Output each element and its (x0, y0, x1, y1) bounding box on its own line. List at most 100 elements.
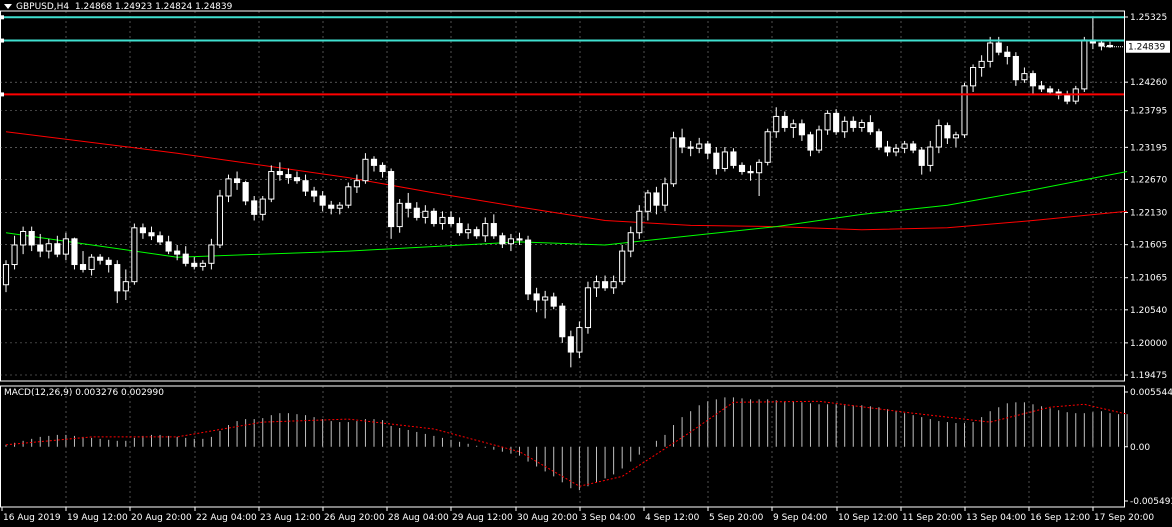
candle-bear (798, 123, 805, 136)
candle-bear (54, 243, 61, 255)
candle-bull (542, 296, 549, 301)
candle-bull (396, 202, 403, 228)
candle-bear (1064, 94, 1071, 102)
candle-bear (37, 244, 44, 252)
candle-bull (790, 123, 797, 128)
candle-bear (139, 227, 146, 234)
candle-bull (661, 183, 669, 206)
x-tick-label: 22 Aug 04:00 (196, 513, 257, 523)
candle-bear (447, 216, 455, 225)
x-tick-label: 13 Sep 04:00 (966, 513, 1026, 523)
candle-bear (148, 232, 155, 237)
candle-bull (62, 238, 69, 255)
candle-bull (764, 131, 771, 163)
candle-bull (978, 60, 985, 68)
candle-bull (636, 210, 643, 234)
candle-bull (345, 186, 352, 206)
candle-bear (379, 164, 386, 173)
candle-bull (45, 243, 52, 252)
y-tick-label: 1.25325 (1130, 13, 1167, 23)
candle-bull (670, 137, 677, 185)
candle-bull (593, 281, 600, 289)
candle-bear (388, 171, 395, 228)
candle-bear (995, 42, 1002, 53)
x-tick-label: 16 Sep 12:00 (1030, 513, 1090, 523)
y-tick-label: 1.23195 (1130, 143, 1167, 153)
candle-bull (756, 161, 763, 174)
price-chart[interactable]: 16 Aug 2019 19 Aug 12:00 20 Aug 20:00 22 Au… (0, 0, 1172, 527)
candle-bear (156, 235, 164, 243)
candle-bull (610, 281, 617, 289)
candle-bear (71, 238, 78, 266)
candle-bear (490, 223, 497, 237)
x-tick-label: 10 Sep 12:00 (838, 513, 898, 523)
candle-bear (114, 264, 121, 292)
candle-bull (2, 264, 10, 286)
candle-bear (704, 143, 711, 154)
candle-bull (970, 66, 977, 87)
candle-bull (208, 244, 215, 264)
candle-bear (730, 151, 737, 166)
candle-bear (242, 182, 249, 202)
candle-bull (961, 85, 968, 136)
x-tick-label: 9 Sep 04:00 (773, 513, 828, 523)
x-tick-label: 29 Aug 12:00 (452, 513, 513, 523)
candle-bull (815, 129, 823, 151)
y-tick-label: 1.22670 (1130, 175, 1167, 185)
x-tick-label: 5 Sep 20:00 (709, 513, 764, 523)
candle-bull (482, 223, 489, 237)
candle-bull (122, 281, 129, 292)
candle-bear (311, 190, 318, 197)
x-tick-label: 16 Aug 2019 (3, 513, 61, 523)
candle-bear (182, 253, 189, 264)
candle-bear (1012, 55, 1019, 81)
y-tick-label: 1.20540 (1130, 306, 1167, 316)
candle-bear (285, 174, 292, 179)
candle-bull (696, 143, 703, 149)
x-tick-label: 17 Sep 20:00 (1094, 513, 1154, 523)
candle-bear (1047, 88, 1054, 93)
y-tick-label: 1.23795 (1130, 107, 1167, 117)
x-tick-label: 3 Sep 04:00 (581, 513, 636, 523)
candle-bull (225, 178, 232, 197)
candle-bull (422, 210, 429, 218)
x-tick-label: 11 Sep 20:00 (902, 513, 962, 523)
candle-bull (353, 180, 360, 188)
candle-bear (499, 235, 506, 245)
candle-bear (687, 146, 694, 149)
candle-bear (413, 207, 420, 218)
current-price-label: 1.24839 (1128, 43, 1165, 53)
candle-bear (28, 230, 35, 246)
candle-bull (362, 158, 369, 182)
candle-bear (524, 239, 532, 295)
candle-bear (79, 264, 87, 270)
x-tick-label: 28 Aug 04:00 (388, 513, 449, 523)
candle-bear (430, 210, 437, 225)
candle-bear (191, 262, 198, 267)
candle-bear (165, 241, 172, 252)
y-tick-label: 1.21605 (1130, 241, 1167, 251)
macd-signal-line (5, 400, 1128, 487)
candle-bear (1004, 51, 1011, 57)
candle-bear (747, 171, 754, 174)
candle-bull (644, 192, 651, 212)
candle-bear (944, 125, 951, 139)
candle-bull (465, 229, 472, 234)
ma-slow-line (5, 131, 1128, 231)
candle-bear (559, 305, 566, 338)
x-tick-label: 23 Aug 12:00 (260, 513, 321, 523)
candle-bear (875, 131, 882, 148)
candle-bull (584, 287, 592, 329)
x-tick-label: 4 Sep 12:00 (645, 513, 700, 523)
candle-bull (576, 327, 583, 353)
candle-bear (533, 293, 540, 301)
candle-bear (653, 192, 660, 206)
level-handle (0, 15, 4, 20)
y-tick-label: 1.24260 (1130, 78, 1167, 88)
candle-bull (88, 256, 95, 270)
macd-y-tick-label: -0.005493 (1130, 497, 1172, 507)
candle-bull (507, 238, 514, 245)
candle-bear (679, 137, 686, 148)
candle-bull (927, 146, 934, 166)
candle-bull (216, 195, 224, 246)
